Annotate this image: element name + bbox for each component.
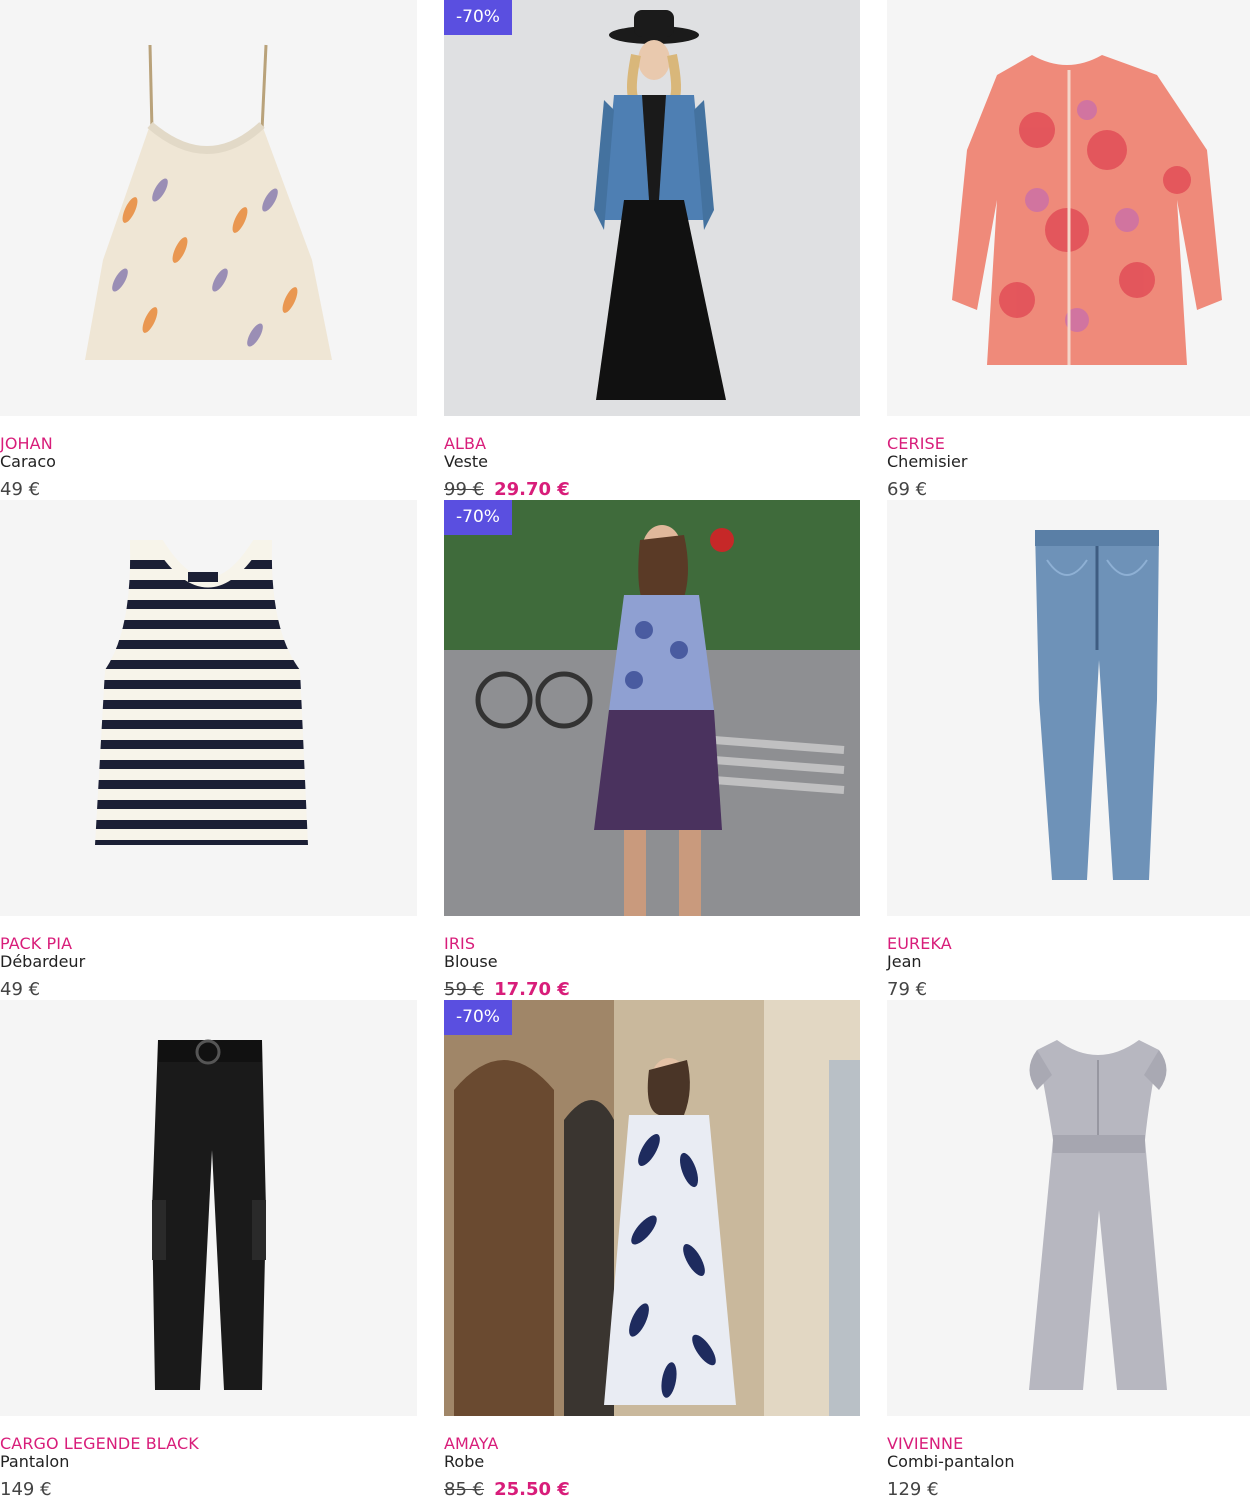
discount-badge: -70% [444, 0, 512, 35]
product-brand[interactable]: EUREKA [887, 934, 952, 953]
product-image-striped-tank[interactable] [0, 500, 417, 916]
product-brand[interactable]: CARGO LEGENDE BLACK [0, 1434, 199, 1453]
product-brand[interactable]: CERISE [887, 434, 945, 453]
product-price: 79 € [887, 979, 927, 1000]
price-value: 49 € [0, 479, 41, 500]
product-price: 129 € [887, 1479, 939, 1500]
product-card[interactable]: PACK PIA Débardeur 49 € [0, 500, 417, 1000]
product-price: 85 € 25.50 € [444, 1479, 570, 1500]
price-value: 79 € [887, 979, 928, 1000]
product-image-camisole[interactable] [0, 0, 417, 416]
product-type: Jean [887, 952, 922, 971]
price-value: 69 € [887, 479, 928, 500]
product-image-jumpsuit[interactable] [887, 1000, 1250, 1416]
product-brand[interactable]: JOHAN [0, 434, 53, 453]
product-brand[interactable]: PACK PIA [0, 934, 72, 953]
product-price: 99 € 29.70 € [444, 479, 570, 500]
product-price: 69 € [887, 479, 927, 500]
old-price: 99 € [444, 479, 485, 500]
product-image-dress-arcade[interactable]: -70% [444, 1000, 860, 1416]
product-type: Débardeur [0, 952, 86, 971]
price-value: 49 € [0, 979, 41, 1000]
product-type: Veste [444, 452, 488, 471]
product-type: Chemisier [887, 452, 968, 471]
old-price: 85 € [444, 1479, 485, 1500]
product-card[interactable]: CERISE Chemisier 69 € [887, 0, 1250, 500]
product-image-denim-jacket[interactable]: -70% [444, 0, 860, 416]
sale-price: 29.70 € [494, 479, 570, 500]
product-image-blouse[interactable] [887, 0, 1250, 416]
product-card[interactable]: -70% ALBA Veste 99 € 29.70 € [444, 0, 860, 500]
product-brand[interactable]: VIVIENNE [887, 1434, 963, 1453]
product-type: Pantalon [0, 1452, 70, 1471]
product-price: 149 € [0, 1479, 52, 1500]
product-brand[interactable]: AMAYA [444, 1434, 498, 1453]
product-brand[interactable]: ALBA [444, 434, 486, 453]
product-price: 49 € [0, 979, 40, 1000]
discount-badge: -70% [444, 500, 512, 535]
product-card[interactable]: EUREKA Jean 79 € [887, 500, 1250, 1000]
sale-price: 25.50 € [494, 1479, 570, 1500]
product-type: Blouse [444, 952, 498, 971]
old-price: 59 € [444, 979, 485, 1000]
product-card[interactable]: CARGO LEGENDE BLACK Pantalon 149 € [0, 1000, 417, 1500]
discount-badge: -70% [444, 1000, 512, 1035]
product-type: Combi-pantalon [887, 1452, 1015, 1471]
sale-price: 17.70 € [494, 979, 570, 1000]
product-type: Robe [444, 1452, 485, 1471]
product-card[interactable]: VIVIENNE Combi-pantalon 129 € [887, 1000, 1250, 1500]
product-image-jeans[interactable] [887, 500, 1250, 916]
price-value: 129 € [887, 1479, 939, 1500]
product-card[interactable]: -70% AMAYA Robe 85 € 25.50 € [444, 1000, 860, 1500]
product-image-cargo-pants[interactable] [0, 1000, 417, 1416]
product-image-blouse-street[interactable]: -70% [444, 500, 860, 916]
product-brand[interactable]: IRIS [444, 934, 475, 953]
price-value: 149 € [0, 1479, 52, 1500]
product-card[interactable]: JOHAN Caraco 49 € [0, 0, 417, 500]
product-card[interactable]: -70% IRIS Blouse 59 € 17.70 € [444, 500, 860, 1000]
product-price: 59 € 17.70 € [444, 979, 570, 1000]
product-type: Caraco [0, 452, 56, 471]
product-price: 49 € [0, 479, 40, 500]
